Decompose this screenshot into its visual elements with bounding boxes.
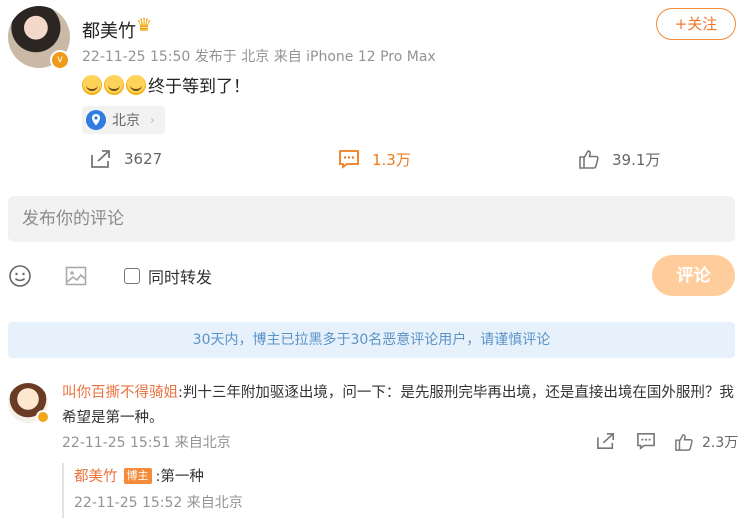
comment-icon <box>339 150 359 169</box>
comment-count: 1.3万 <box>372 150 411 169</box>
like-count: 39.1万 <box>612 150 661 169</box>
location-pin-icon <box>86 110 106 130</box>
chevron-right-icon: › <box>150 113 155 127</box>
thumbs-up-icon <box>675 434 693 451</box>
location-tag[interactable]: 北京 › <box>82 106 165 134</box>
comment-button[interactable]: 1.3万 <box>338 146 411 172</box>
comment-reply-icon[interactable] <box>636 432 656 450</box>
crying-emoji-icon <box>104 74 124 95</box>
moderation-notice: 30天内，博主已拉黑多于30名恶意评论用户，请谨慎评论 <box>8 322 735 358</box>
post-content: 终于等到了！ <box>82 72 250 97</box>
reply-text: :第一种 <box>155 469 204 485</box>
comment-like-count: 2.3万 <box>702 435 739 451</box>
share-icon <box>91 150 110 168</box>
image-upload-icon[interactable] <box>64 264 88 288</box>
location-label: 北京 <box>112 113 140 129</box>
checkbox-box[interactable] <box>124 268 140 284</box>
comment-timestamp: 22-11-25 15:51 来自北京 <box>62 435 231 451</box>
commenter-username[interactable]: 叫你百撕不得骑姐 <box>62 385 178 401</box>
reply-timestamp: 22-11-25 15:52 来自北京 <box>74 495 243 511</box>
share-count: 3627 <box>124 150 163 168</box>
emoji-picker-icon[interactable] <box>8 264 32 288</box>
share-button[interactable]: 3627 <box>90 146 162 172</box>
thumbs-up-icon <box>579 150 599 169</box>
author-username[interactable]: 都美竹 <box>82 17 136 43</box>
reply-divider <box>62 463 64 518</box>
comment-body: 叫你百撕不得骑姐:判十三年附加驱逐出境，问一下：是先服刑完毕再出境，还是直接出境… <box>62 381 738 431</box>
verified-badge-icon <box>36 410 50 424</box>
repost-checkbox[interactable]: 同时转发 <box>124 264 212 288</box>
submit-comment-button[interactable]: 评论 <box>652 255 735 296</box>
crying-emoji-icon <box>82 74 102 95</box>
reply-username[interactable]: 都美竹 <box>74 465 118 486</box>
crown-icon: ♛ <box>136 15 153 36</box>
like-button[interactable]: 39.1万 <box>578 146 660 172</box>
comment-share-icon[interactable] <box>596 432 616 450</box>
post-meta: 22-11-25 15:50 发布于 北京 来自 iPhone 12 Pro M… <box>82 49 436 65</box>
author-badge: 博主 <box>123 467 152 484</box>
comment-like-button[interactable]: 2.3万 <box>674 432 738 452</box>
verified-badge-icon: v <box>50 50 70 70</box>
repost-label: 同时转发 <box>148 268 213 287</box>
reply-body: 都美竹 博主 :第一种 <box>74 465 204 486</box>
comment-input[interactable] <box>8 196 735 242</box>
follow-button[interactable]: +关注 <box>656 8 736 40</box>
crying-emoji-icon <box>126 74 146 95</box>
post-text: 终于等到了！ <box>148 77 250 97</box>
